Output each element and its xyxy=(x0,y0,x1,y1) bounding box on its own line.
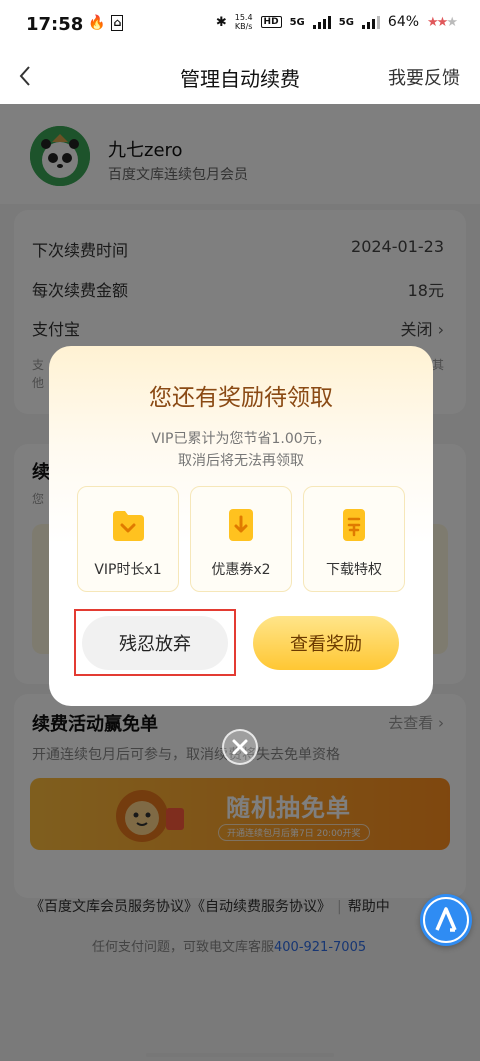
reward-coupon: 优惠券x2 xyxy=(190,486,292,592)
view-rewards-button[interactable]: 查看奖励 xyxy=(253,616,399,670)
network-5g-label-2: 5G xyxy=(338,16,354,28)
network-5g-label-1: 5G xyxy=(289,16,305,28)
rating-stars-icon: ★★★ xyxy=(427,14,458,30)
floating-assistant-button[interactable] xyxy=(420,894,472,946)
net-speed-unit: KB/s xyxy=(234,22,253,31)
net-speed-value: 15.4 xyxy=(234,13,253,22)
status-bar: 17:58 🔥 ⌂ ✱ 15.4 KB/s HD 5G 5G 64% ★★★ xyxy=(0,0,480,52)
signal-icon-1 xyxy=(312,15,331,29)
home-indicator[interactable] xyxy=(146,1053,334,1057)
feedback-link[interactable]: 我要反馈 xyxy=(388,64,460,90)
dialog-title: 您还有奖励待领取 xyxy=(149,385,333,411)
reward-retention-dialog: 您还有奖励待领取 VIP已累计为您节省1.00元， 取消后将无法再领取 VIP时… xyxy=(49,346,433,706)
reward-label: VIP时长x1 xyxy=(94,562,162,578)
coupon-icon xyxy=(229,509,253,541)
net-speed: 15.4 KB/s xyxy=(235,13,253,31)
signal-icon-2 xyxy=(361,15,380,29)
bluetooth-icon: ✱ xyxy=(215,14,227,30)
baidu-app-icon: 🔥 xyxy=(88,15,106,31)
nav-bar: 管理自动续费 我要反馈 xyxy=(0,52,480,104)
app-notification-icon: ⌂ xyxy=(111,15,124,31)
status-right-icons: ✱ 15.4 KB/s HD 5G 5G 64% ★★★ xyxy=(215,13,458,31)
status-left-icons: 🔥 ⌂ xyxy=(88,15,124,31)
reward-vip-duration: VIP时长x1 xyxy=(77,486,179,592)
dialog-desc-line1: VIP已累计为您节省1.00元， xyxy=(151,431,331,447)
assistant-a-icon xyxy=(423,897,469,943)
hd-icon: HD xyxy=(260,16,282,28)
reward-label: 下载特权 xyxy=(326,562,382,578)
reward-label: 优惠券x2 xyxy=(211,562,271,578)
close-icon xyxy=(232,739,248,755)
dialog-description: VIP已累计为您节省1.00元， 取消后将无法再领取 xyxy=(49,428,433,472)
screen: 17:58 🔥 ⌂ ✱ 15.4 KB/s HD 5G 5G 64% ★★★ 管… xyxy=(0,0,480,1061)
battery-level: 64% xyxy=(387,14,420,30)
vip-folder-icon xyxy=(113,511,144,541)
abandon-button[interactable]: 残忍放弃 xyxy=(82,616,228,670)
reward-list: VIP时长x1 优惠券x2 下载特权 xyxy=(77,486,405,592)
dialog-close-button[interactable] xyxy=(222,729,258,765)
status-time: 17:58 xyxy=(26,14,84,35)
reward-download-privilege: 下载特权 xyxy=(303,486,405,592)
download-privilege-icon xyxy=(343,509,365,541)
dialog-desc-line2: 取消后将无法再领取 xyxy=(178,453,304,469)
